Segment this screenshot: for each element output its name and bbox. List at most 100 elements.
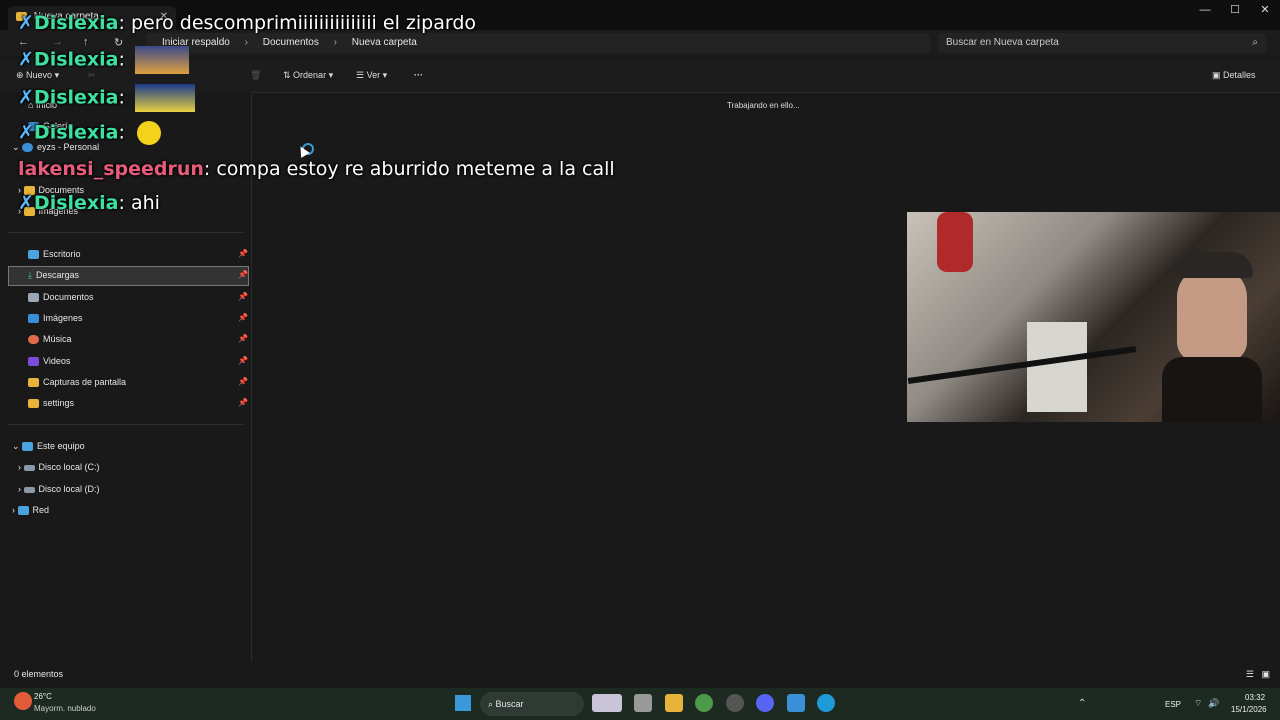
moderator-badge-icon: ✗ (18, 48, 34, 71)
details-button[interactable]: ▣ Detalles (1212, 70, 1256, 81)
chat-user: lakensi_speedrun (18, 158, 204, 180)
more-options-button[interactable]: ··· (414, 70, 423, 80)
sidebar-item-escritorio[interactable]: Escritorio 📌 (28, 244, 250, 264)
sidebar-item-capturas[interactable]: Capturas de pantalla 📌 (28, 372, 250, 392)
chat-user: Dislexia (33, 121, 119, 144)
minimize-button[interactable]: — (1190, 0, 1220, 22)
sidebar-item-videos[interactable]: Videos 📌 (28, 351, 250, 371)
address-bar[interactable]: Iniciar respaldo › Documentos › Nueva ca… (146, 33, 930, 53)
appliance-shape (1027, 322, 1087, 412)
app-icon[interactable] (634, 694, 653, 712)
network-label: Red (32, 505, 50, 515)
close-button[interactable]: ✕ (1250, 0, 1280, 22)
details-view-icon[interactable]: ☰ (1246, 662, 1254, 686)
delete-icon[interactable]: 🗑 (250, 70, 261, 81)
file-explorer-icon[interactable] (664, 694, 683, 712)
chat-message: lakensi_speedrun: compa estoy re aburrid… (18, 158, 615, 180)
chat-message: ✗Dislexia: (18, 46, 189, 74)
chevron-right-icon: › (18, 484, 24, 494)
chevron-right-icon: › (18, 462, 24, 472)
wifi-icon[interactable]: ⌔ (1194, 698, 1202, 709)
discord-icon[interactable] (756, 694, 775, 712)
pin-icon[interactable]: 📌 (238, 265, 248, 285)
search-box[interactable]: Buscar en Nueva carpeta ⌕ (938, 33, 1266, 53)
escritorio-label: Escritorio (43, 249, 81, 259)
taskbar-search[interactable]: ⌕ Buscar (480, 692, 584, 716)
sidebar-item-drive-d[interactable]: › Disco local (D:) (18, 479, 100, 499)
pin-icon[interactable]: 📌 (238, 372, 248, 392)
folder-icon (28, 378, 39, 388)
pin-icon[interactable]: 📌 (238, 287, 248, 307)
chat-text: : (118, 121, 125, 144)
document-icon (28, 293, 39, 303)
drive-c-label: Disco local (C:) (38, 462, 100, 472)
sidebar-item-imagenes[interactable]: Imágenes 📌 (28, 308, 250, 328)
capturas-label: Capturas de pantalla (43, 377, 127, 387)
pin-icon[interactable]: 📌 (238, 351, 248, 371)
sort-label: Ordenar (293, 70, 327, 80)
details-pane-icon: ▣ (1212, 70, 1224, 80)
pin-icon[interactable]: 📌 (238, 308, 248, 328)
divider (8, 424, 244, 425)
tiles-view-icon[interactable]: ▣ (1261, 662, 1270, 686)
sort-icon: ⇅ (283, 70, 294, 80)
pin-icon[interactable]: 📌 (238, 244, 248, 264)
videos-label: Videos (43, 356, 71, 366)
sidebar-item-musica[interactable]: Música 📌 (28, 329, 250, 349)
clock-date: 15/1/2026 (1231, 705, 1267, 714)
maximize-button[interactable]: ☐ (1220, 0, 1250, 22)
search-icon[interactable]: ⌕ (1252, 33, 1258, 53)
chat-message: ✗Dislexia: (18, 121, 161, 145)
this-pc-label: Este equipo (37, 441, 85, 451)
details-label: Detalles (1223, 70, 1256, 80)
clock-time: 03:32 (1245, 693, 1266, 702)
breadcrumb-2[interactable]: Documentos (263, 37, 319, 48)
emote-image (134, 46, 189, 74)
search-icon: ⌕ (488, 699, 496, 709)
view-button[interactable]: ☰ Ver ▾ (356, 70, 387, 81)
sidebar-item-this-pc[interactable]: ⌄ Este equipo (12, 436, 85, 456)
picture-icon (28, 314, 39, 324)
start-icon[interactable] (455, 695, 471, 711)
chat-user: Dislexia (33, 192, 119, 214)
loading-text: Trabajando en ello... (727, 101, 800, 110)
sort-button[interactable]: ⇅ Ordenar ▾ (283, 70, 333, 81)
spiderman-figure (937, 212, 973, 272)
sidebar-item-network[interactable]: › Red (12, 500, 49, 520)
breadcrumb-3[interactable]: Nueva carpeta (352, 37, 417, 48)
sidebar-item-descargas[interactable]: ⤓ Descargas 📌 (28, 265, 250, 285)
chat-text: : compa estoy re aburrido meteme a la ca… (203, 158, 615, 180)
sidebar-item-settings[interactable]: settings 📌 (28, 393, 250, 413)
volume-icon[interactable]: 🔊 (1208, 698, 1219, 709)
music-icon (28, 335, 39, 345)
language-indicator[interactable]: ESP (1165, 700, 1181, 709)
weather-temp: 26°C (34, 692, 52, 701)
app-icon[interactable] (725, 694, 744, 712)
webcam-overlay (907, 212, 1280, 422)
app-icon[interactable] (786, 694, 805, 712)
chrome-icon[interactable] (695, 694, 714, 712)
mic-arm (907, 346, 1137, 384)
pin-icon[interactable]: 📌 (238, 393, 248, 413)
download-icon: ⤓ (28, 270, 32, 280)
view-label: Ver (366, 70, 381, 80)
view-icon: ☰ (356, 70, 367, 80)
app-icon[interactable] (592, 694, 622, 712)
sidebar-item-drive-c[interactable]: › Disco local (C:) (18, 457, 100, 477)
chat-text: : (118, 48, 125, 71)
musica-label: Música (43, 334, 72, 344)
weather-icon[interactable] (14, 692, 32, 710)
folder-icon (28, 399, 39, 409)
drive-icon (23, 464, 35, 471)
chat-text: : pero descomprimiiiiiiiiiiiiiii el zipa… (118, 12, 476, 34)
window-controls: — ☐ ✕ (1190, 0, 1280, 22)
descargas-label: Descargas (35, 270, 80, 280)
edge-icon[interactable] (817, 694, 836, 712)
chevron-up-icon[interactable]: ⌃ (1078, 698, 1086, 709)
computer-icon (22, 442, 34, 452)
cap (1175, 252, 1253, 278)
pin-icon[interactable]: 📌 (238, 329, 248, 349)
drive-d-label: Disco local (D:) (38, 484, 100, 494)
sidebar-item-documentos[interactable]: Documentos 📌 (28, 287, 250, 307)
chevron-down-icon: ⌄ (12, 441, 23, 451)
